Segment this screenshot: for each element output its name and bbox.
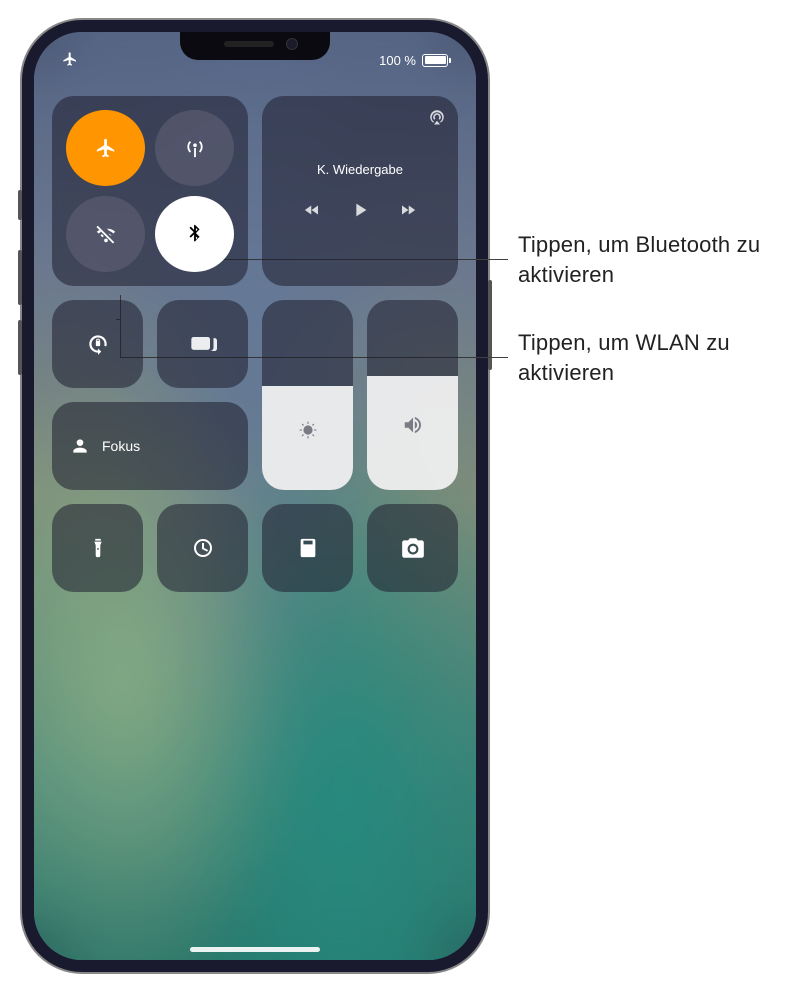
forward-icon[interactable]: [399, 201, 417, 219]
antenna-icon: [184, 137, 206, 159]
airplane-icon: [95, 137, 117, 159]
focus-label: Fokus: [102, 438, 140, 454]
status-left: [62, 51, 78, 70]
media-controls-tile[interactable]: K. Wiedergabe: [262, 96, 458, 286]
bluetooth-icon: [184, 223, 206, 245]
camera-icon: [400, 535, 426, 561]
battery-icon: [422, 54, 448, 67]
connectivity-group[interactable]: [52, 96, 248, 286]
airplane-icon: [62, 51, 78, 67]
focus-button[interactable]: Fokus: [52, 402, 248, 490]
rotation-lock-toggle[interactable]: [52, 300, 143, 388]
airplane-mode-toggle[interactable]: [66, 110, 145, 186]
battery-percentage: 100 %: [379, 53, 416, 68]
notch: [180, 32, 330, 60]
screen: 100 %: [34, 32, 476, 960]
rewind-icon[interactable]: [303, 201, 321, 219]
timer-button[interactable]: [157, 504, 248, 592]
flashlight-icon: [87, 537, 109, 559]
camera-button[interactable]: [367, 504, 458, 592]
status-right: 100 %: [379, 53, 448, 68]
callout-bluetooth: Tippen, um Bluetooth zu aktivieren: [518, 230, 798, 289]
home-indicator[interactable]: [190, 947, 320, 952]
wifi-off-icon: [95, 223, 117, 245]
volume-down-button: [18, 320, 22, 375]
now-playing-label: K. Wiedergabe: [317, 162, 403, 177]
bluetooth-toggle[interactable]: [155, 196, 234, 272]
screen-mirroring-button[interactable]: [157, 300, 248, 388]
mute-switch: [18, 190, 22, 220]
calculator-icon: [297, 537, 319, 559]
volume-up-button: [18, 250, 22, 305]
rotation-lock-icon: [85, 331, 111, 357]
airplay-icon[interactable]: [428, 108, 446, 126]
volume-slider[interactable]: [367, 300, 458, 490]
focus-person-icon: [70, 436, 90, 456]
screen-mirror-icon: [189, 330, 217, 358]
brightness-slider[interactable]: [262, 300, 353, 490]
flashlight-button[interactable]: [52, 504, 143, 592]
control-center: K. Wiedergabe: [52, 96, 458, 592]
callout-wlan: Tippen, um WLAN zu aktivieren: [518, 328, 798, 387]
timer-icon: [191, 536, 215, 560]
cellular-data-toggle[interactable]: [155, 110, 234, 186]
brightness-icon: [297, 419, 319, 441]
speaker-icon: [402, 414, 424, 436]
wifi-toggle[interactable]: [66, 196, 145, 272]
calculator-button[interactable]: [262, 504, 353, 592]
play-icon[interactable]: [349, 199, 371, 221]
phone-frame: 100 %: [22, 20, 488, 972]
